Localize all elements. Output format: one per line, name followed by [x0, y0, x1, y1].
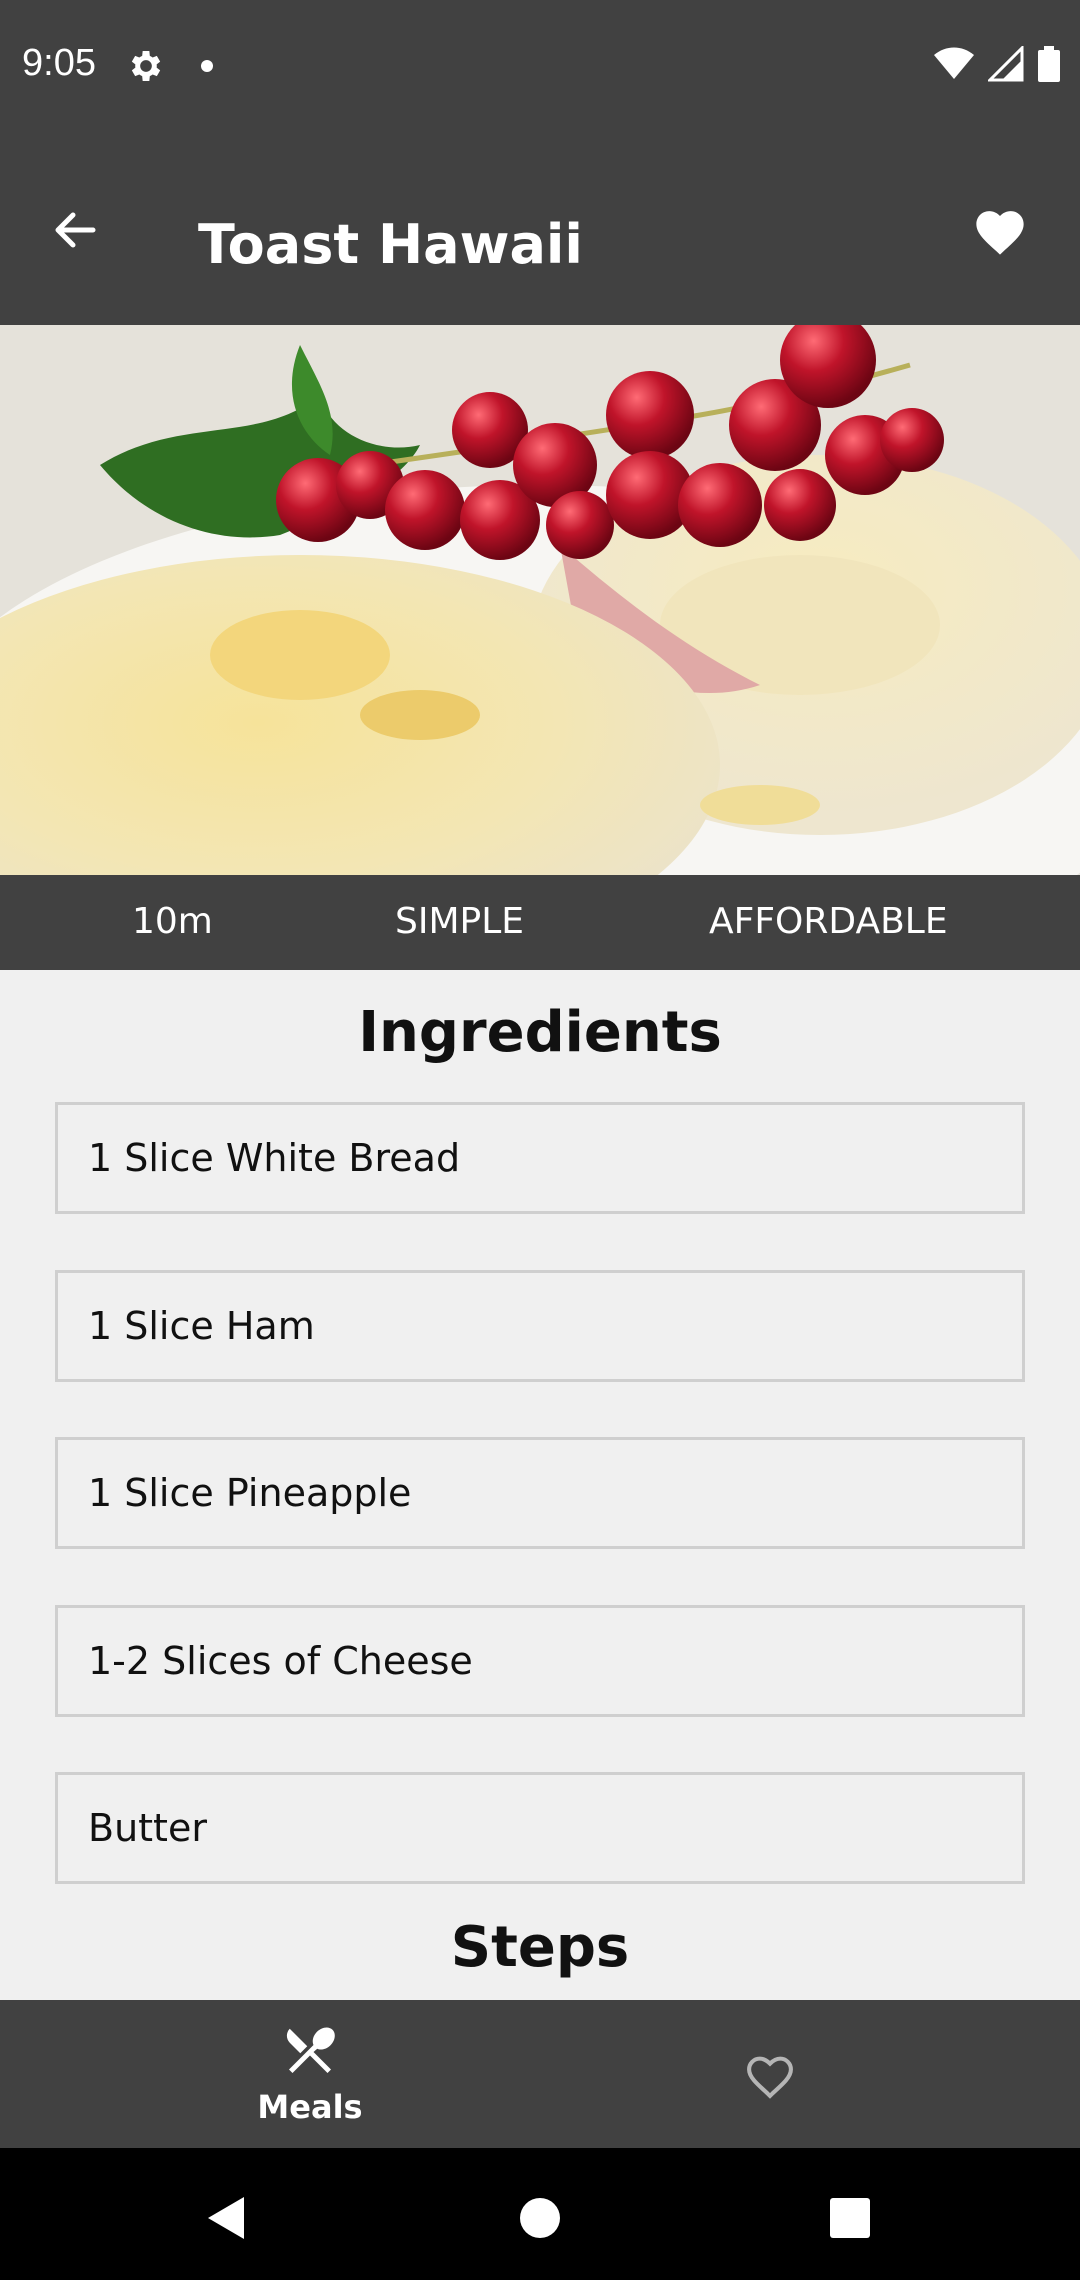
meal-meta-bar: 10m SIMPLE AFFORDABLE	[0, 875, 1080, 970]
system-home-button[interactable]	[510, 2188, 570, 2248]
meal-image	[0, 325, 1080, 875]
ingredient-item: 1 Slice White Bread	[55, 1102, 1025, 1214]
bottom-navigation: Meals	[0, 2000, 1080, 2148]
nav-tab-meals-label: Meals	[257, 2088, 363, 2126]
heart-filled-icon	[976, 211, 1024, 255]
ingredient-item: 1-2 Slices of Cheese	[55, 1605, 1025, 1717]
notification-dot-icon	[201, 60, 213, 72]
nav-tab-favorites[interactable]	[720, 2040, 820, 2110]
system-navigation-bar	[0, 2148, 1080, 2280]
status-time: 9:05	[22, 42, 96, 84]
circle-home-icon	[520, 2198, 560, 2238]
toast-hawaii-photo	[0, 325, 1080, 875]
arrow-back-icon	[55, 212, 96, 248]
meal-duration: 10m	[132, 901, 213, 942]
meal-affordability: AFFORDABLE	[709, 901, 948, 942]
battery-icon	[1038, 46, 1060, 82]
status-icons	[934, 46, 1060, 82]
app-bar: Toast Hawaii	[0, 135, 1080, 325]
square-recents-icon	[830, 2198, 870, 2238]
ingredients-title: Ingredients	[358, 1000, 722, 1065]
ingredient-item: 1 Slice Ham	[55, 1270, 1025, 1382]
nav-tab-meals[interactable]: Meals	[200, 2020, 420, 2140]
back-button[interactable]	[40, 195, 110, 265]
system-back-button[interactable]	[195, 2188, 255, 2248]
status-bar: 9:05	[0, 0, 1080, 135]
heart-outline-icon	[747, 2056, 793, 2099]
fork-knife-icon	[286, 2027, 335, 2073]
ingredient-item: Butter	[55, 1772, 1025, 1884]
settings-gear-icon	[131, 51, 161, 81]
triangle-back-icon	[208, 2197, 244, 2239]
system-recents-button[interactable]	[820, 2188, 880, 2248]
favorite-button[interactable]	[960, 193, 1040, 267]
meal-complexity: SIMPLE	[395, 901, 525, 942]
page-title: Toast Hawaii	[198, 213, 583, 276]
wifi-icon	[934, 47, 974, 79]
ingredient-item: 1 Slice Pineapple	[55, 1437, 1025, 1549]
steps-title: Steps	[450, 1915, 630, 1980]
cell-signal-icon	[988, 46, 1024, 82]
